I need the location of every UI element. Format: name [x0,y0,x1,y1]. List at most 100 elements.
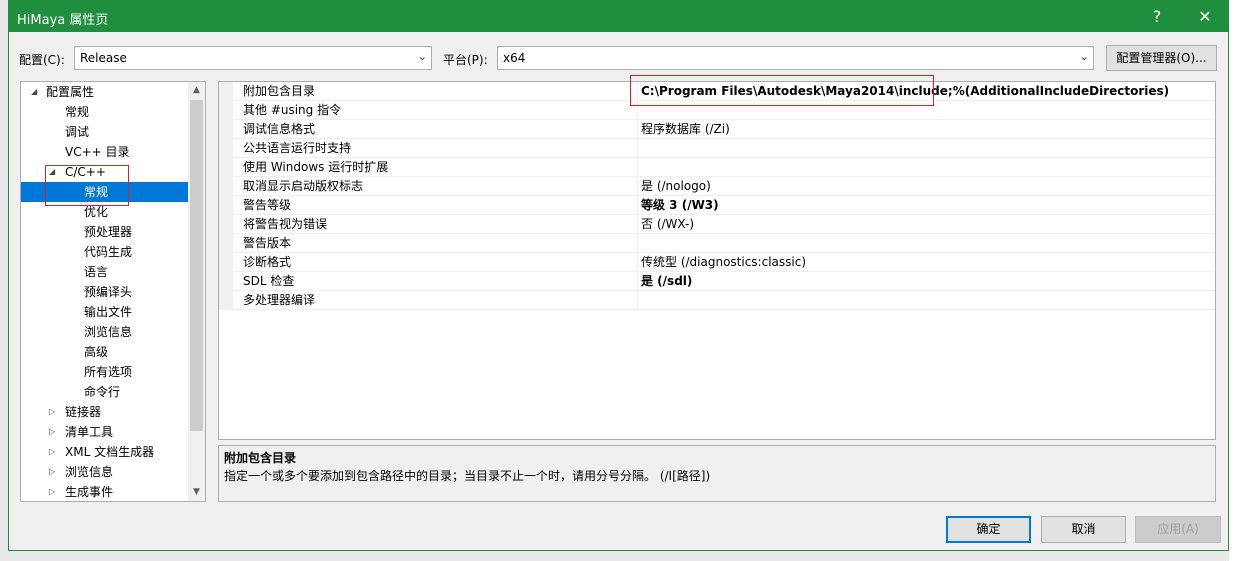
expanded-arrow-icon[interactable]: ◢ [31,82,37,102]
scroll-up-icon[interactable]: ▲ [188,82,205,99]
chevron-down-icon: ⌄ [417,50,427,63]
tree-item-debugging[interactable]: 调试 [21,122,189,142]
property-value[interactable]: 是 (/nologo) [641,177,711,196]
property-row-warn-as-error[interactable]: 将警告视为错误 否 (/WX-) [219,215,1215,234]
property-name: 诊断格式 [243,255,292,269]
tree-item-label: 配置属性 [46,85,95,99]
row-gutter [219,196,233,215]
column-separator [637,177,638,196]
config-manager-button[interactable]: 配置管理器(O)... [1106,45,1217,71]
tree-item-label: 输出文件 [84,305,133,319]
platform-label: 平台(P): [443,53,488,67]
tree-item-output-files[interactable]: 输出文件 [21,302,189,322]
tree-item-label: 生成事件 [65,485,114,499]
tree-item-all-options[interactable]: 所有选项 [21,362,189,382]
property-grid[interactable]: 附加包含目录 C:\Program Files\Autodesk\Maya201… [218,81,1216,440]
property-row-using[interactable]: 其他 #using 指令 [219,101,1215,120]
collapsed-arrow-icon[interactable]: ▷ [49,402,55,422]
property-row-warning-version[interactable]: 警告版本 [219,234,1215,253]
tree-item-linker[interactable]: ▷ 链接器 [21,402,189,422]
tree-item-browse-info[interactable]: 浏览信息 [21,322,189,342]
help-icon[interactable]: ? [1135,1,1179,32]
collapsed-arrow-icon[interactable]: ▷ [49,462,55,482]
row-gutter [219,291,233,310]
tree-item-config-properties[interactable]: ◢ 配置属性 [21,82,189,102]
column-separator [637,82,638,101]
property-row-warning-level[interactable]: 警告等级 等级 3 (/W3) [219,196,1215,215]
row-gutter [219,177,233,196]
property-name: 调试信息格式 [243,122,316,136]
scrollbar-thumb[interactable] [190,100,203,431]
tree-item-browse-info-2[interactable]: ▷ 浏览信息 [21,462,189,482]
property-name: 公共语言运行时支持 [243,141,352,155]
tree-item-advanced[interactable]: 高级 [21,342,189,362]
property-row-multiproc[interactable]: 多处理器编译 [219,291,1215,310]
property-name: 附加包含目录 [243,84,316,98]
tree-item-precompiled-headers[interactable]: 预编译头 [21,282,189,302]
property-row-clr-support[interactable]: 公共语言运行时支持 [219,139,1215,158]
apply-button[interactable]: 应用(A) [1135,516,1221,543]
property-value[interactable]: 否 (/WX-) [641,215,694,234]
background-window-edge [1229,0,1235,561]
tree-item-vc-directories[interactable]: VC++ 目录 [21,142,189,162]
tree-item-optimization[interactable]: 优化 [21,202,189,222]
row-gutter [219,234,233,253]
tree-item-preprocessor[interactable]: 预处理器 [21,222,189,242]
property-row-winrt-ext[interactable]: 使用 Windows 运行时扩展 [219,158,1215,177]
tree-item-cpp-general[interactable]: 常规 [21,182,189,202]
platform-value: x64 [503,51,526,65]
property-row-diag-format[interactable]: 诊断格式 传统型 (/diagnostics:classic) [219,253,1215,272]
tree-item-label: XML 文档生成器 [65,445,155,459]
platform-combo[interactable]: x64 ⌄ [497,46,1094,70]
property-value[interactable]: 程序数据库 (/Zi) [641,120,730,139]
tree-item-language[interactable]: 语言 [21,262,189,282]
tree-item-command-line[interactable]: 命令行 [21,382,189,402]
tree-item-manifest-tool[interactable]: ▷ 清单工具 [21,422,189,442]
config-value: Release [80,51,127,65]
collapsed-arrow-icon[interactable]: ▷ [49,422,55,442]
tree-item-label: 语言 [84,265,109,279]
tree-item-build-events[interactable]: ▷ 生成事件 [21,482,189,501]
tree-item-xml-doc-generator[interactable]: ▷ XML 文档生成器 [21,442,189,462]
tree-item-code-generation[interactable]: 代码生成 [21,242,189,262]
column-separator [637,101,638,120]
property-row-additional-include[interactable]: 附加包含目录 C:\Program Files\Autodesk\Maya201… [219,82,1215,101]
window-title: HiMaya 属性页 [17,13,109,28]
row-gutter [219,101,233,120]
close-icon[interactable]: ✕ [1183,1,1227,32]
collapsed-arrow-icon[interactable]: ▷ [49,442,55,462]
property-row-nologo[interactable]: 取消显示启动版权标志 是 (/nologo) [219,177,1215,196]
property-value[interactable]: 传统型 (/diagnostics:classic) [641,253,806,272]
tree-item-general[interactable]: 常规 [21,102,189,122]
tree-item-label: 浏览信息 [65,465,114,479]
category-tree[interactable]: ◢ 配置属性 常规 调试 VC++ 目录 ◢ C/C++ 常规 优化 预处理器 … [20,81,206,502]
tree-item-label: 命令行 [84,385,121,399]
column-separator [637,120,638,139]
property-value[interactable]: C:\Program Files\Autodesk\Maya2014\inclu… [641,82,1169,101]
property-value[interactable]: 是 (/sdl) [641,272,692,291]
property-name: 使用 Windows 运行时扩展 [243,160,389,174]
tree-item-label: 常规 [65,105,90,119]
title-bar: HiMaya 属性页 ? ✕ [9,1,1228,32]
collapsed-arrow-icon[interactable]: ▷ [49,482,55,501]
tree-scrollbar[interactable]: ▲ ▼ [188,82,205,501]
row-gutter [219,253,233,272]
column-separator [637,291,638,310]
tree-item-label: 代码生成 [84,245,133,259]
cancel-button[interactable]: 取消 [1041,516,1126,543]
column-separator [637,234,638,253]
description-title: 附加包含目录 [224,451,297,465]
row-gutter [219,139,233,158]
description-panel: 附加包含目录 指定一个或多个要添加到包含路径中的目录；当目录不止一个时，请用分号… [218,445,1216,502]
tree-item-cpp[interactable]: ◢ C/C++ [21,162,189,182]
scroll-down-icon[interactable]: ▼ [188,484,205,501]
config-combo[interactable]: Release ⌄ [74,46,432,70]
property-row-sdl-check[interactable]: SDL 检查 是 (/sdl) [219,272,1215,291]
property-name: 其他 #using 指令 [243,103,342,117]
ok-button[interactable]: 确定 [946,516,1031,543]
expanded-arrow-icon[interactable]: ◢ [49,162,55,182]
property-value[interactable]: 等级 3 (/W3) [641,196,719,215]
property-row-debug-format[interactable]: 调试信息格式 程序数据库 (/Zi) [219,120,1215,139]
column-separator [637,139,638,158]
property-name: 警告等级 [243,198,292,212]
